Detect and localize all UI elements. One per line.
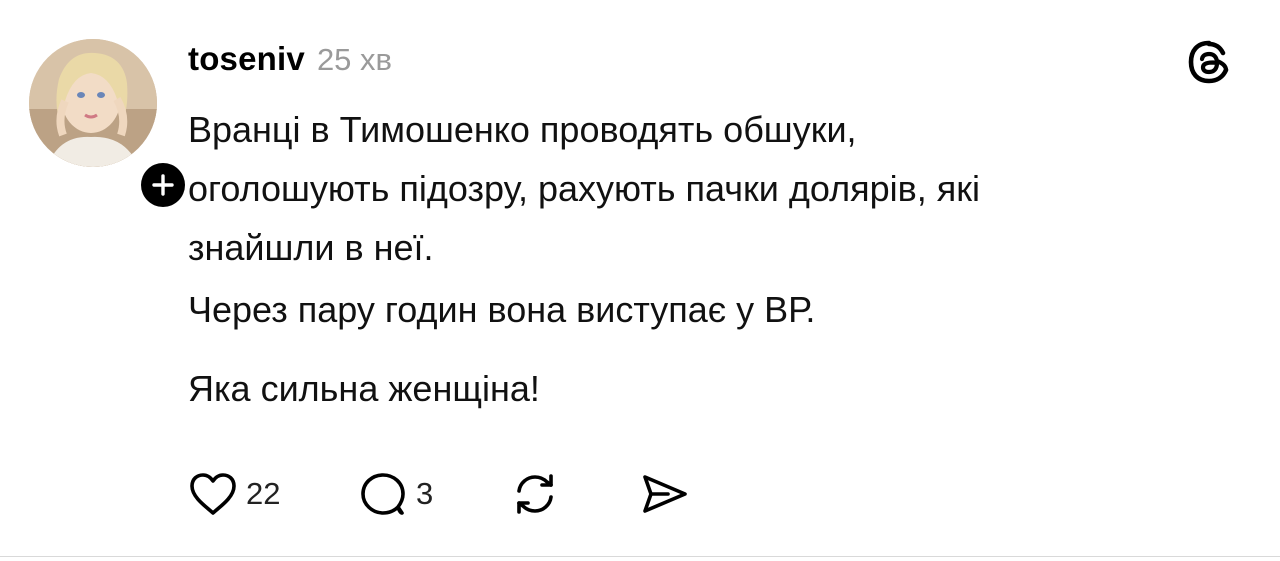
- follow-button[interactable]: [136, 158, 190, 212]
- plus-icon: [152, 174, 174, 196]
- like-button[interactable]: 22: [188, 471, 358, 517]
- repost-icon: [517, 474, 553, 514]
- repost-button[interactable]: [510, 471, 638, 517]
- like-count: 22: [246, 476, 281, 511]
- avatar-container: [29, 39, 190, 212]
- post-header: toseniv 25 хв: [188, 40, 392, 84]
- threads-logo-icon[interactable]: [1186, 39, 1232, 85]
- action-bar: 22 3: [188, 466, 690, 522]
- post-divider: [0, 556, 1280, 557]
- post-body: Вранці в Тимошенко проводять обшуки, ого…: [188, 100, 1248, 418]
- heart-icon: [190, 473, 236, 515]
- reply-button[interactable]: 3: [358, 471, 510, 517]
- avatar-image: [29, 39, 157, 167]
- share-button[interactable]: [638, 471, 690, 517]
- thread-post: toseniv 25 хв Вранці в Тимошенко проводя…: [0, 0, 1280, 561]
- send-icon: [643, 475, 687, 513]
- comment-icon: [361, 473, 405, 515]
- username[interactable]: toseniv: [188, 40, 305, 78]
- post-text-paragraph: Яка сильна женщіна!: [188, 368, 540, 409]
- post-text-paragraph: Вранці в Тимошенко проводять обшуки, ого…: [188, 109, 980, 268]
- post-text-paragraph: Через пару годин вона виступає у ВР.: [188, 289, 816, 330]
- avatar[interactable]: [29, 39, 157, 167]
- post-time: 25 хв: [316, 42, 393, 77]
- reply-count: 3: [416, 476, 434, 511]
